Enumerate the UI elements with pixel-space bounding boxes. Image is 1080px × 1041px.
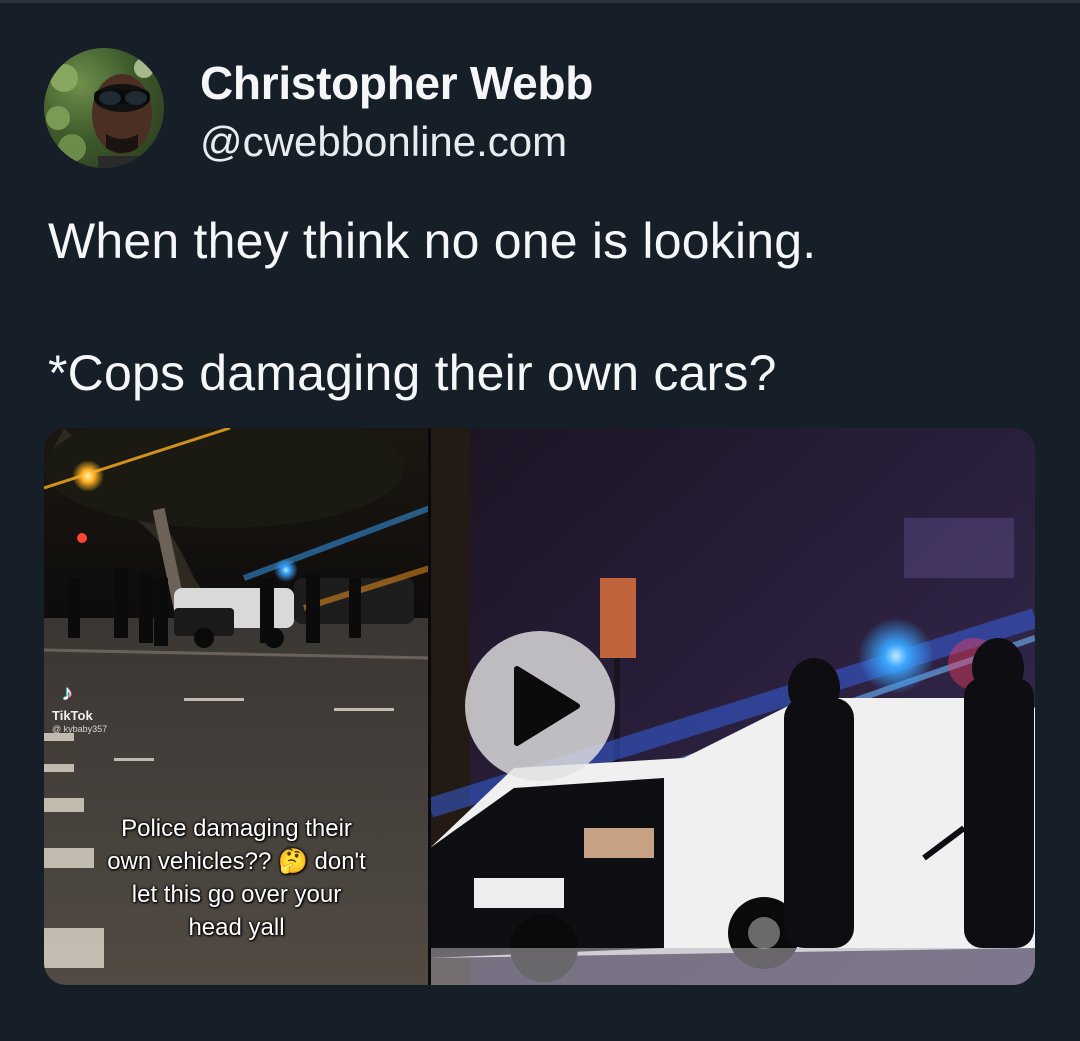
avatar-image [46, 58, 154, 168]
video-caption: Police damaging their own vehicles?? 🤔 d… [44, 812, 429, 944]
top-divider [0, 0, 1080, 3]
video-caption-line: let this go over your [131, 881, 342, 908]
avatar[interactable] [44, 48, 164, 168]
author-display-name[interactable]: Christopher Webb [200, 56, 593, 110]
play-button[interactable] [465, 631, 615, 781]
tiktok-watermark: ♪ TikTok @ kybaby357 [52, 680, 132, 738]
play-icon [514, 666, 580, 746]
video-caption-line: Police damaging their [121, 815, 352, 842]
video-caption-line: own vehicles?? 🤔 don't [107, 848, 366, 875]
post-text-line-1: When they think no one is looking. [48, 213, 817, 269]
post-text-line-2: *Cops damaging their own cars? [48, 345, 777, 401]
video-media[interactable]: ♪ TikTok @ kybaby357 Police damaging the… [44, 428, 1035, 985]
tiktok-icon: ♪ [62, 680, 73, 705]
tiktok-username: @ kybaby357 [52, 724, 108, 734]
tiktok-label: TikTok [52, 708, 93, 723]
author-handle[interactable]: @cwebbonline.com [200, 118, 567, 166]
video-caption-line: head yall [188, 914, 285, 941]
